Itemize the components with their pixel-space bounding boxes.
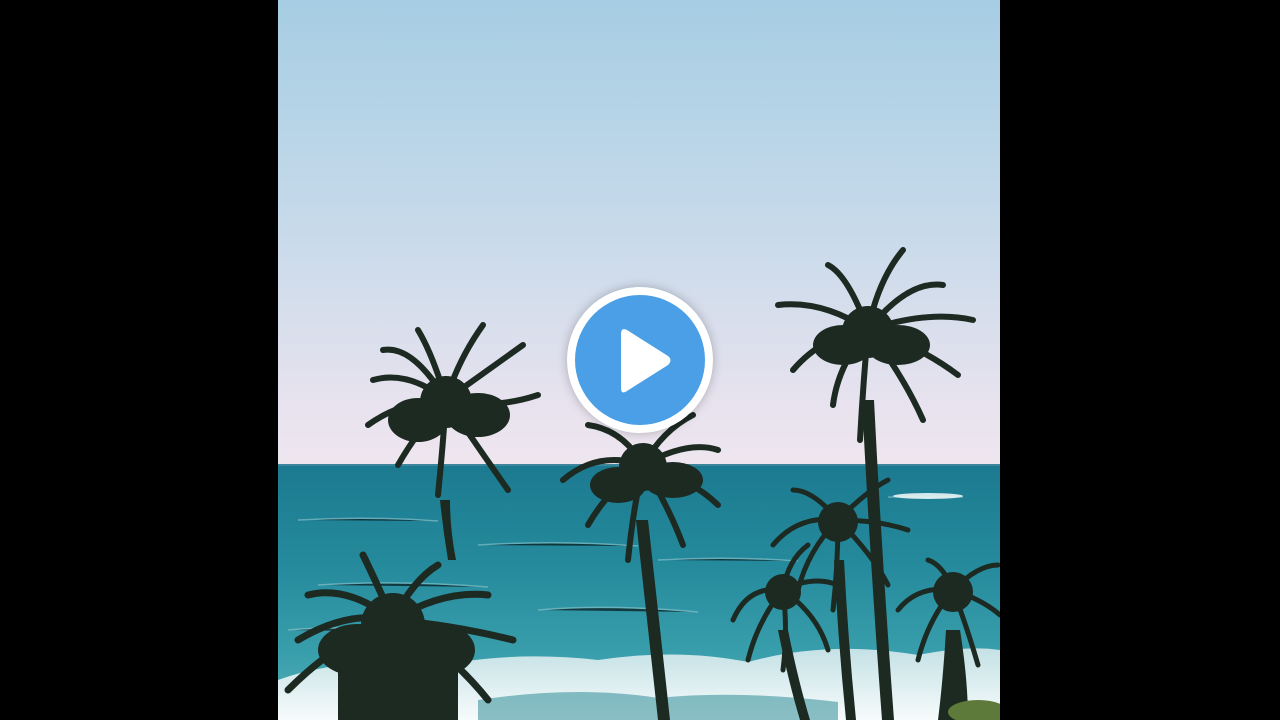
video-player[interactable] bbox=[0, 0, 1280, 720]
whitecap bbox=[893, 493, 963, 499]
play-button[interactable] bbox=[567, 287, 713, 433]
play-icon bbox=[621, 329, 671, 393]
